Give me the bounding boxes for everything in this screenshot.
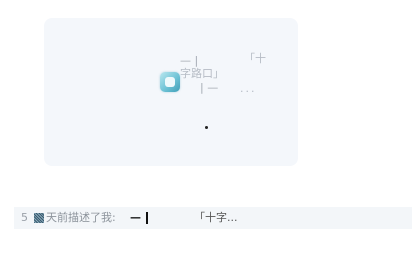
thumbnail-icon — [34, 213, 44, 223]
row-quote-preview: 「十字... — [194, 211, 238, 224]
card-quote-1: 「十 — [244, 52, 266, 65]
cursor-dot — [205, 126, 208, 129]
text-cursor — [146, 212, 148, 224]
card-dash-top: — | — [180, 54, 199, 67]
row-dash: — — [130, 211, 141, 224]
card-quote-2: 字路口」 — [180, 67, 224, 80]
card-dash-bottom: | — — [200, 81, 219, 94]
app-icon[interactable] — [160, 72, 180, 92]
row-text: 天前描述了我: — [46, 211, 116, 224]
preview-card[interactable]: — | 「十 字路口」 | — ... — [44, 18, 298, 166]
card-ellipsis: ... — [240, 82, 257, 95]
line-number: 5 — [21, 211, 28, 224]
list-item[interactable]: 5 天前描述了我: — 「十字... — [14, 207, 412, 229]
